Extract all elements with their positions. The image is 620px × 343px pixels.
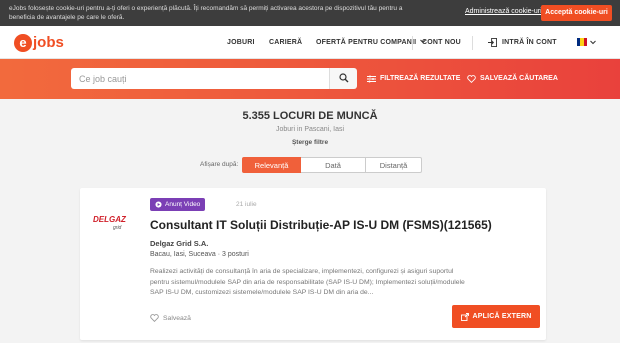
nav-login[interactable]: INTRĂ ÎN CONT <box>488 26 557 59</box>
heart-icon <box>467 75 476 83</box>
video-ad-badge: Anunț Video <box>150 198 206 211</box>
sort-label: Afișare după: <box>200 161 239 168</box>
login-icon <box>488 38 497 47</box>
search-input[interactable] <box>71 68 329 89</box>
cookie-banner: eJobs folosește cookie-uri pentru a-ți o… <box>0 0 620 26</box>
job-location: Bacau, Iasi, Suceava · 3 posturi <box>150 251 249 258</box>
nav-login-label: INTRĂ ÎN CONT <box>502 39 557 46</box>
clear-filters-link[interactable]: Șterge filtre <box>0 139 620 146</box>
results-subtitle: Joburi in Pascani, Iasi <box>275 126 345 133</box>
company-name[interactable]: Delgaz Grid S.A. <box>150 239 208 248</box>
play-icon <box>155 201 162 208</box>
nav-divider <box>472 36 473 50</box>
accept-cookies-button[interactable]: Acceptă cookie-uri <box>541 5 612 21</box>
company-logo[interactable]: DELGAZ grid <box>88 210 128 232</box>
apply-external-label: APLICĂ EXTERN <box>472 313 532 320</box>
sort-distance-tab[interactable]: Distanță <box>366 157 422 173</box>
nav-career[interactable]: CARIERĂ <box>269 26 302 59</box>
save-job-button[interactable]: Salvează <box>150 314 191 322</box>
company-logo-sub: grid <box>113 225 122 231</box>
job-title[interactable]: Consultant IT Soluții Distribuție-AP IS-… <box>150 218 492 232</box>
logo-word: jobs <box>33 34 64 51</box>
heart-icon <box>150 314 159 322</box>
nav-jobs[interactable]: JOBURI <box>227 26 255 59</box>
job-date: 21 iulie <box>236 201 257 208</box>
apply-external-button[interactable]: APLICĂ EXTERN <box>452 305 540 328</box>
ejobs-logo[interactable]: e jobs <box>14 32 64 53</box>
save-job-label: Salvează <box>163 314 191 322</box>
cookie-text: eJobs folosește cookie-uri pentru a-ți o… <box>9 5 403 21</box>
results-count: 5.355 LOCURI DE MUNCĂ <box>242 110 378 122</box>
nav-company-offer[interactable]: OFERTĂ PENTRU COMPANII <box>316 26 427 59</box>
external-link-icon <box>460 312 469 321</box>
logo-mark: e <box>14 33 32 52</box>
sort-relevance-tab[interactable]: Relevanță <box>242 157 301 173</box>
save-search-button[interactable]: SALVEAZĂ CĂUTAREA <box>467 59 558 99</box>
site-header: e jobs JOBURI CARIERĂ OFERTĂ PENTRU COMP… <box>0 26 620 59</box>
romanian-flag-icon[interactable] <box>577 38 587 46</box>
nav-new-account[interactable]: CONT NOU <box>422 26 461 59</box>
search-band: FILTREAZĂ REZULTATE SALVEAZĂ CĂUTAREA <box>0 59 620 99</box>
video-ad-label: Anunț Video <box>165 201 201 208</box>
job-description: Realizezi activități de consultanță în a… <box>150 268 465 296</box>
filter-icon <box>367 75 376 83</box>
company-logo-text: DELGAZ <box>93 215 127 224</box>
search-button[interactable] <box>329 68 357 89</box>
filter-results-button[interactable]: FILTREAZĂ REZULTATE <box>367 59 460 99</box>
manage-cookies-link[interactable]: Administrează cookie-uri <box>465 8 542 15</box>
filter-results-label: FILTREAZĂ REZULTATE <box>380 75 461 82</box>
nav-divider <box>412 36 413 50</box>
sort-date-tab[interactable]: Dată <box>301 157 366 173</box>
chevron-down-icon[interactable] <box>590 40 596 45</box>
search-icon <box>339 73 349 83</box>
nav-company-offer-label: OFERTĂ PENTRU COMPANII <box>316 39 417 46</box>
save-search-label: SALVEAZĂ CĂUTAREA <box>480 75 558 82</box>
job-card[interactable]: Anunț Video 21 iulie DELGAZ grid Consult… <box>80 188 546 340</box>
